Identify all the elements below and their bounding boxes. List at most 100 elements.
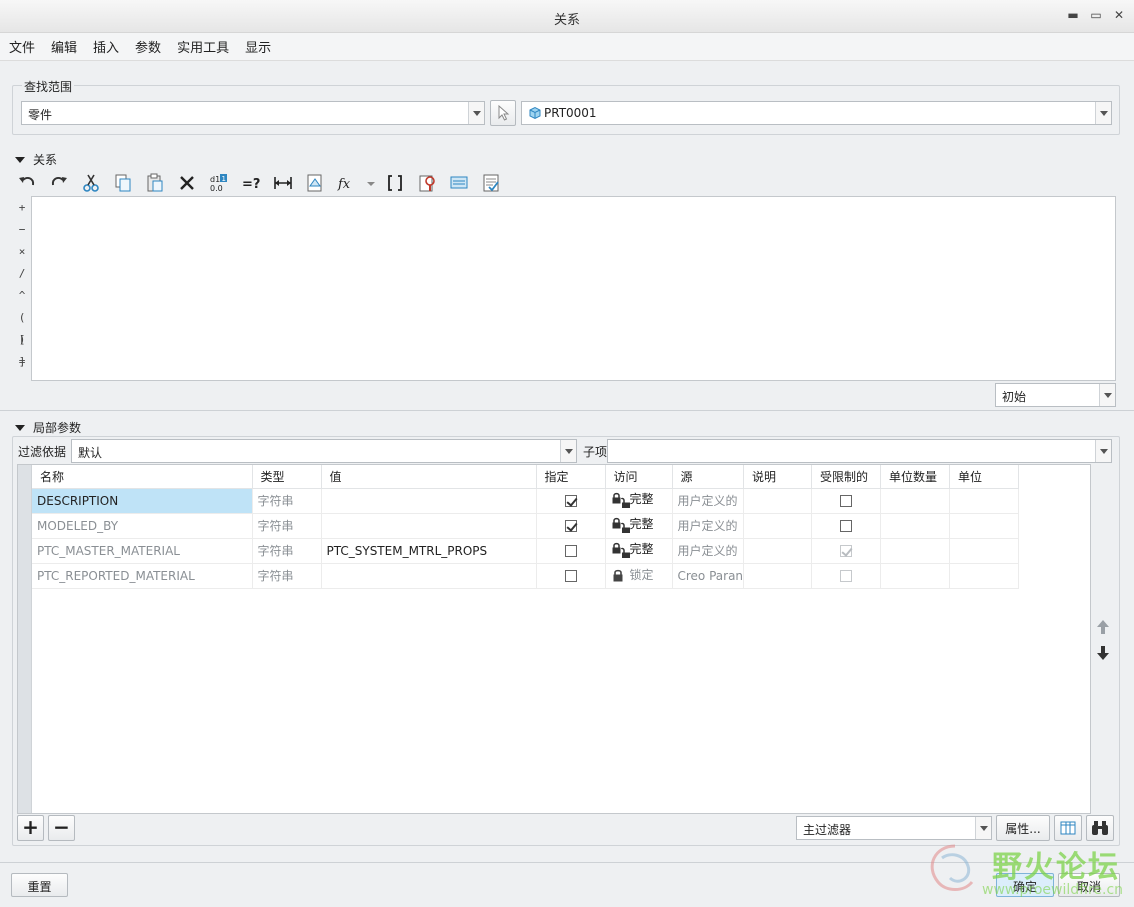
param-value-cell[interactable] <box>321 513 537 539</box>
cut-icon[interactable] <box>78 171 104 195</box>
properties-button[interactable]: 属性... <box>996 815 1050 841</box>
param-unit-quantity-cell[interactable] <box>880 513 951 539</box>
main-filter-select[interactable]: 主过滤器 <box>796 816 992 840</box>
param-description-cell[interactable] <box>743 488 813 514</box>
param-unit-cell[interactable] <box>949 563 1020 589</box>
col-type-header[interactable]: 类型 <box>252 465 322 489</box>
param-designate-cell[interactable] <box>536 563 606 589</box>
param-restricted-cell[interactable] <box>811 538 882 564</box>
col-restricted-header[interactable]: 受限制的 <box>811 465 882 489</box>
param-description-cell[interactable] <box>743 563 813 589</box>
table-columns-button[interactable] <box>1054 815 1082 841</box>
filter-select[interactable]: 默认 <box>71 439 577 463</box>
param-type-cell[interactable]: 字符串 <box>252 563 322 589</box>
param-unit-quantity-cell[interactable] <box>880 538 951 564</box>
param-unit-cell[interactable] <box>949 513 1020 539</box>
param-unit-cell[interactable] <box>949 538 1020 564</box>
menu-display[interactable]: 显示 <box>245 37 271 56</box>
relations-state-select[interactable]: 初始 <box>995 383 1116 407</box>
param-description-cell[interactable] <box>743 538 813 564</box>
checkbox-unchecked-icon[interactable] <box>564 570 577 582</box>
select-model-button[interactable] <box>490 100 516 126</box>
param-name-cell[interactable]: PTC_REPORTED_MATERIAL <box>32 563 253 589</box>
param-source-cell[interactable]: Creo Paran <box>672 563 745 589</box>
col-access-header[interactable]: 访问 <box>605 465 673 489</box>
param-source-cell[interactable]: 用户定义的 <box>672 513 745 539</box>
checkbox-unchecked-icon[interactable] <box>840 520 853 532</box>
chevron-down-icon[interactable] <box>1095 440 1111 462</box>
table-row[interactable]: MODELED_BY 字符串 完整 用户定义的 <box>32 513 1020 539</box>
param-unit-cell[interactable] <box>949 488 1020 514</box>
verify-icon[interactable] <box>414 171 440 195</box>
param-type-cell[interactable]: 字符串 <box>252 538 322 564</box>
add-parameter-button[interactable]: + <box>17 815 44 841</box>
col-value-header[interactable]: 值 <box>321 465 537 489</box>
insert-param-icon[interactable] <box>302 171 328 195</box>
move-down-icon[interactable] <box>1095 644 1111 662</box>
param-source-cell[interactable]: 用户定义的 <box>672 488 745 514</box>
brackets-icon[interactable] <box>382 171 408 195</box>
relations-editor[interactable] <box>31 196 1116 381</box>
function-dropdown-icon[interactable] <box>366 171 376 195</box>
col-unit-quantity-header[interactable]: 单位数量 <box>880 465 951 489</box>
child-select[interactable] <box>607 439 1112 463</box>
operator-brackets[interactable]: [ ] <box>14 329 30 368</box>
operator-parentheses[interactable]: ( ) <box>14 307 30 346</box>
chevron-down-icon[interactable] <box>1099 384 1115 406</box>
menu-edit[interactable]: 编辑 <box>51 37 77 56</box>
notes-icon[interactable] <box>478 171 504 195</box>
reset-button[interactable]: 重置 <box>11 873 68 897</box>
param-restricted-cell[interactable] <box>811 563 882 589</box>
checkbox-unchecked-icon[interactable] <box>840 495 853 507</box>
col-description-header[interactable]: 说明 <box>743 465 813 489</box>
params-section-toggle[interactable]: 局部参数 <box>15 419 81 436</box>
close-icon[interactable]: ✕ <box>1112 8 1126 22</box>
evaluate-icon[interactable]: =? <box>238 171 264 195</box>
param-access-cell[interactable]: 完整 <box>605 513 673 539</box>
menu-file[interactable]: 文件 <box>9 37 35 56</box>
operator-equals[interactable]: = <box>14 351 30 373</box>
chevron-down-icon[interactable] <box>560 440 576 462</box>
param-name-cell[interactable]: DESCRIPTION <box>32 488 253 514</box>
menu-parameters[interactable]: 参数 <box>135 37 161 56</box>
param-restricted-cell[interactable] <box>811 513 882 539</box>
table-row[interactable]: PTC_REPORTED_MATERIAL 字符串 锁定 Creo Paran <box>32 563 1020 589</box>
operator-minus[interactable]: − <box>14 219 30 241</box>
param-source-cell[interactable]: 用户定义的 <box>672 538 745 564</box>
maximize-icon[interactable]: ▭ <box>1089 8 1103 22</box>
param-value-cell[interactable] <box>321 563 537 589</box>
chevron-down-icon[interactable] <box>975 817 991 839</box>
table-row[interactable]: PTC_MASTER_MATERIAL 字符串 PTC_SYSTEM_MTRL_PR… <box>32 538 1020 564</box>
operator-divide[interactable]: / <box>14 263 30 285</box>
param-unit-quantity-cell[interactable] <box>880 488 951 514</box>
param-designate-cell[interactable] <box>536 488 606 514</box>
param-access-cell[interactable]: 完整 <box>605 488 673 514</box>
redo-icon[interactable] <box>46 171 72 195</box>
param-description-cell[interactable] <box>743 513 813 539</box>
move-up-icon[interactable] <box>1095 618 1111 636</box>
find-button[interactable] <box>1086 815 1114 841</box>
col-source-header[interactable]: 源 <box>672 465 745 489</box>
param-type-cell[interactable]: 字符串 <box>252 488 322 514</box>
display-icon[interactable] <box>446 171 472 195</box>
param-value-cell[interactable] <box>321 488 537 514</box>
col-unit-header[interactable]: 单位 <box>949 465 1020 489</box>
paste-icon[interactable] <box>142 171 168 195</box>
param-designate-cell[interactable] <box>536 538 606 564</box>
function-icon[interactable]: fx <box>334 171 360 195</box>
units-icon[interactable] <box>270 171 296 195</box>
param-restricted-cell[interactable] <box>811 488 882 514</box>
menu-insert[interactable]: 插入 <box>93 37 119 56</box>
param-unit-quantity-cell[interactable] <box>880 563 951 589</box>
sort-icon[interactable]: d1 1 0.0 <box>206 171 232 195</box>
scope-model-select[interactable]: PRT0001 <box>521 101 1112 125</box>
remove-parameter-button[interactable]: − <box>48 815 75 841</box>
menu-utilities[interactable]: 实用工具 <box>177 37 229 56</box>
param-access-cell[interactable]: 锁定 <box>605 563 673 589</box>
col-name-header[interactable]: 名称 <box>32 465 253 489</box>
scope-type-select[interactable]: 零件 <box>21 101 485 125</box>
operator-power[interactable]: ^ <box>14 285 30 307</box>
param-access-cell[interactable]: 完整 <box>605 538 673 564</box>
param-name-cell[interactable]: PTC_MASTER_MATERIAL <box>32 538 253 564</box>
param-type-cell[interactable]: 字符串 <box>252 513 322 539</box>
